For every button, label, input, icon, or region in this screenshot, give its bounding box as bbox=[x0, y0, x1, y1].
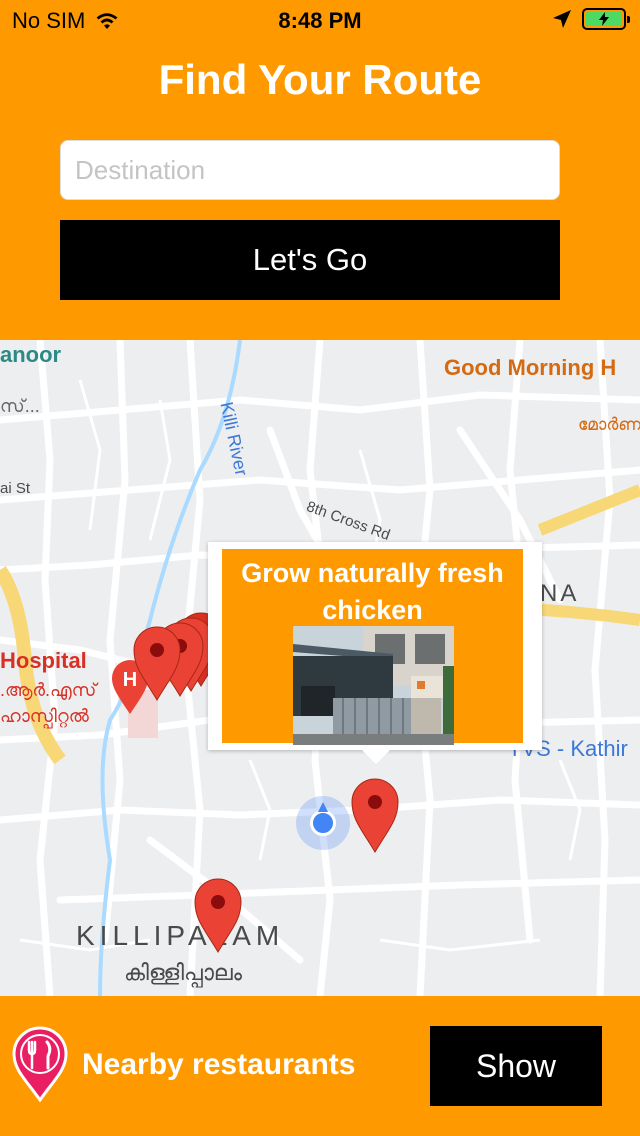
heading-arrow-icon bbox=[318, 802, 328, 812]
shop-photo bbox=[293, 626, 454, 745]
nearby-restaurants-label: Nearby restaurants bbox=[82, 1048, 356, 1081]
map-pin-icon[interactable] bbox=[350, 776, 400, 854]
map-label-st: ai St bbox=[0, 480, 31, 497]
map-label-ml-top-right: മോർണ bbox=[578, 415, 640, 434]
callout-title: Grow naturally fresh chicken bbox=[241, 558, 504, 625]
location-arrow-icon bbox=[553, 10, 571, 28]
page-title: Find Your Route bbox=[158, 56, 482, 103]
lets-go-button[interactable]: Let's Go bbox=[60, 220, 560, 300]
map-label-killipalam: KILLIPALAM bbox=[76, 920, 285, 951]
map-label-na: NA bbox=[540, 580, 580, 607]
map-callout[interactable]: Grow naturally fresh chicken bbox=[208, 542, 542, 764]
battery-charging-icon bbox=[582, 8, 630, 30]
map-label-hospital-ml-2: ഹാസ്പിറ്റൽ bbox=[0, 706, 89, 726]
map-label-anoor: anoor bbox=[0, 342, 62, 367]
status-bar: No SIM 8:48 PM bbox=[0, 0, 640, 40]
map-label-killipalam-ml: കിള്ളിപ്പാലം bbox=[124, 960, 242, 985]
map-label-hospital-ml-1: .ആർ.എസ് bbox=[0, 680, 97, 700]
map-pin-icon[interactable] bbox=[132, 624, 182, 702]
map-label-ml-top-left: സ്... bbox=[0, 396, 40, 416]
show-button[interactable]: Show bbox=[430, 1026, 602, 1106]
restaurant-pin-icon bbox=[12, 1026, 68, 1102]
callout-content: Grow naturally fresh chicken bbox=[222, 549, 523, 745]
map-pin-icon[interactable] bbox=[193, 876, 243, 954]
destination-input[interactable] bbox=[60, 140, 560, 200]
map-label-good-morning: Good Morning H bbox=[444, 355, 617, 380]
clock: 8:48 PM bbox=[278, 8, 362, 33]
bottom-bar: Nearby restaurants Show bbox=[0, 996, 640, 1136]
status-right bbox=[552, 8, 630, 30]
map-label-hospital: Hospital bbox=[0, 648, 87, 673]
